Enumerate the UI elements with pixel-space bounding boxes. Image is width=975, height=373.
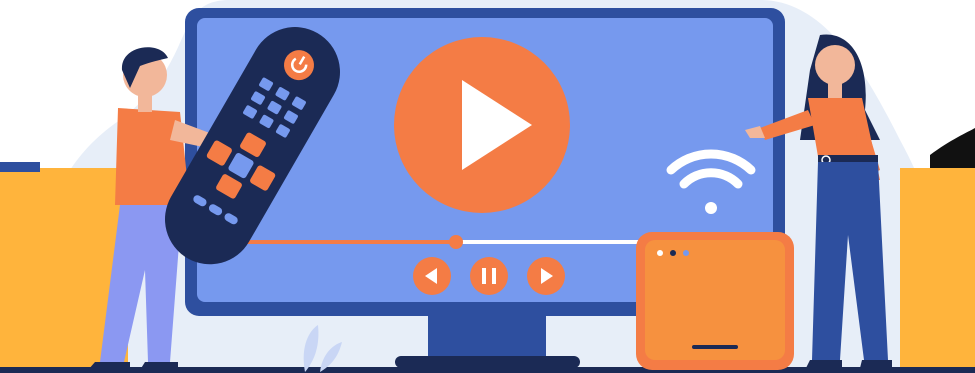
banner-right — [900, 168, 975, 373]
pause-button[interactable] — [470, 257, 508, 295]
progress-fill — [240, 240, 456, 244]
progress-knob[interactable] — [449, 235, 463, 249]
rewind-button[interactable] — [413, 257, 451, 295]
banner-left-bar — [0, 162, 40, 172]
banner-right-curl — [930, 128, 975, 168]
set-top-box — [636, 232, 794, 370]
forward-button[interactable] — [527, 257, 565, 295]
streaming-illustration — [0, 0, 975, 373]
tv-base — [395, 356, 580, 368]
